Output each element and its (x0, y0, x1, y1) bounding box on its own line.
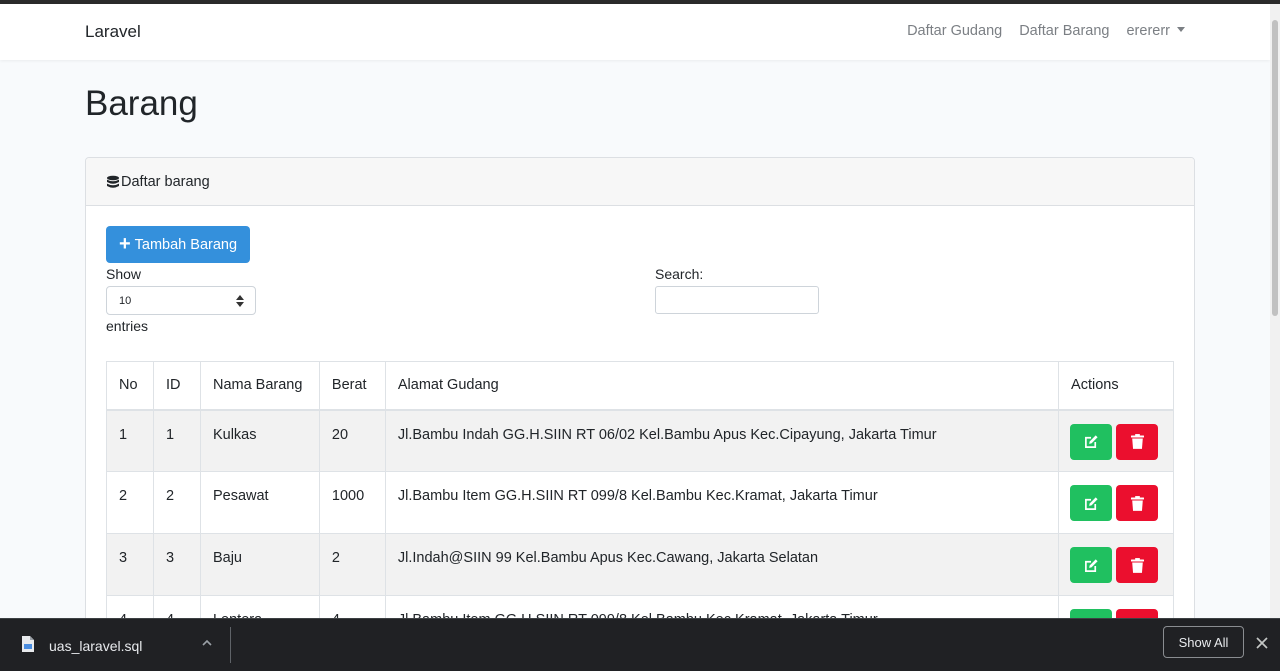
column-header-berat[interactable]: Berat (318, 361, 386, 411)
cell-no: 3 (106, 533, 154, 596)
cell-actions (1058, 471, 1174, 534)
edit-button[interactable] (1070, 423, 1113, 460)
cell-actions (1058, 533, 1174, 596)
navbar-brand[interactable]: Laravel (85, 22, 141, 42)
card-header: Daftar barang (86, 158, 1194, 206)
trash-icon (1130, 557, 1144, 573)
select-arrows-icon (236, 295, 244, 307)
entries-select-value: 10 (119, 294, 132, 307)
show-label: Show (106, 266, 142, 282)
cell-berat: 20 (318, 409, 386, 472)
cell-berat: 2 (318, 533, 386, 596)
edit-button[interactable] (1070, 547, 1113, 583)
cell-nama-barang: Pesawat (199, 471, 320, 534)
cell-id: 2 (152, 471, 201, 534)
user-name: erererr (1126, 23, 1170, 39)
download-bar: uas_laravel.sql Show All (0, 618, 1280, 671)
plus-icon: + (118, 232, 131, 255)
cell-actions (1058, 409, 1174, 472)
cell-berat: 1000 (318, 471, 386, 534)
user-menu[interactable]: erererr (1126, 23, 1185, 39)
file-icon (22, 636, 34, 652)
edit-icon (1084, 435, 1098, 448)
navbar: Laravel Daftar Gudang Daftar Barang erer… (0, 4, 1270, 60)
column-header-actions: Actions (1058, 361, 1174, 411)
cell-id: 3 (152, 533, 201, 596)
edit-icon (1084, 558, 1098, 572)
database-icon (107, 175, 119, 188)
table-row: 2 2 Pesawat 1000 Jl.Bambu Item GG.H.SIIN… (106, 471, 1174, 534)
nav-links: Daftar Gudang Daftar Barang erererr (907, 23, 1185, 39)
search-label: Search: (655, 266, 704, 282)
cell-alamat-gudang: Jl.Indah@SIIN 99 Kel.Bambu Apus Kec.Cawa… (384, 533, 1060, 596)
table-header-row: No ID Nama Barang Berat Alamat Gudang Ac… (106, 361, 1174, 411)
delete-button[interactable] (1116, 423, 1159, 460)
page-title: Barang (85, 84, 198, 123)
close-icon[interactable] (1255, 636, 1269, 650)
caret-down-icon (1177, 27, 1185, 32)
barang-table: No ID Nama Barang Berat Alamat Gudang Ac… (106, 361, 1174, 658)
download-file-name[interactable]: uas_laravel.sql (49, 638, 142, 654)
barang-card: Daftar barang + Tambah Barang Show 10 en… (85, 157, 1195, 671)
trash-icon (1130, 434, 1144, 449)
scrollbar-thumb[interactable] (1272, 20, 1278, 316)
column-header-alamat-gudang[interactable]: Alamat Gudang (384, 361, 1060, 411)
cell-no: 2 (106, 471, 154, 534)
delete-button[interactable] (1116, 547, 1159, 583)
search-input[interactable] (655, 286, 819, 314)
table-row: 1 1 Kulkas 20 Jl.Bambu Indah GG.H.SIIN R… (106, 409, 1174, 472)
cell-id: 1 (152, 409, 201, 472)
delete-button[interactable] (1116, 485, 1159, 521)
add-barang-button[interactable]: + Tambah Barang (106, 226, 250, 263)
chevron-up-icon[interactable] (200, 636, 214, 650)
add-barang-label: Tambah Barang (134, 236, 238, 253)
download-divider (230, 627, 231, 663)
cell-nama-barang: Kulkas (199, 409, 320, 472)
column-header-nama-barang[interactable]: Nama Barang (199, 361, 320, 411)
nav-link-daftar-gudang[interactable]: Daftar Gudang (907, 23, 1002, 39)
cell-alamat-gudang: Jl.Bambu Indah GG.H.SIIN RT 06/02 Kel.Ba… (384, 409, 1060, 472)
show-all-button[interactable]: Show All (1163, 626, 1244, 658)
entries-label: entries (106, 318, 149, 334)
card-header-title: Daftar barang (121, 173, 210, 190)
cell-nama-barang: Baju (199, 533, 320, 596)
column-header-no[interactable]: No (106, 361, 154, 411)
cell-no: 1 (106, 409, 154, 472)
cell-alamat-gudang: Jl.Bambu Item GG.H.SIIN RT 099/8 Kel.Bam… (384, 471, 1060, 534)
entries-select[interactable]: 10 (106, 286, 256, 315)
nav-link-daftar-barang[interactable]: Daftar Barang (1019, 23, 1109, 39)
column-header-id[interactable]: ID (152, 361, 201, 411)
edit-icon (1084, 496, 1098, 510)
vertical-scrollbar[interactable] (1270, 4, 1280, 618)
edit-button[interactable] (1070, 485, 1113, 521)
table-row: 3 3 Baju 2 Jl.Indah@SIIN 99 Kel.Bambu Ap… (106, 533, 1174, 596)
trash-icon (1130, 495, 1144, 511)
